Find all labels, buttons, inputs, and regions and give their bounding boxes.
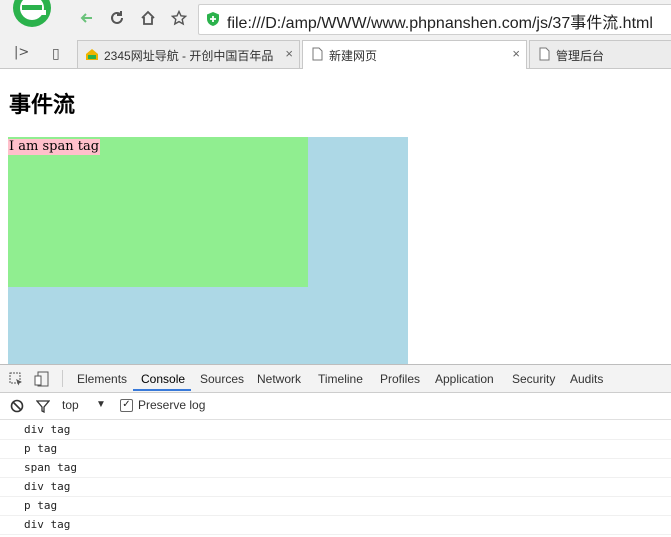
shield-icon bbox=[207, 12, 219, 26]
span-box[interactable]: I am span tag bbox=[8, 139, 101, 155]
toolbar-divider bbox=[62, 370, 63, 387]
address-bar[interactable]: file:///D:/amp/WWW/www.phpnanshen.com/js… bbox=[198, 4, 671, 35]
devtools-tab-profiles[interactable]: Profiles bbox=[380, 372, 420, 386]
mobile-icon[interactable]: ▯ bbox=[52, 45, 60, 62]
bookmark-button[interactable] bbox=[166, 6, 192, 30]
devtools-tab-application[interactable]: Application bbox=[435, 372, 494, 386]
home-icon bbox=[141, 10, 155, 25]
house-favicon-icon bbox=[86, 49, 98, 60]
filter-icon[interactable] bbox=[36, 399, 50, 413]
tab-strip: |> ▯ 2345网址导航 - 开创中国百年品 × 新建网页 × 管理后台 bbox=[0, 38, 671, 69]
close-icon[interactable]: × bbox=[285, 46, 293, 61]
devtools-tab-security[interactable]: Security bbox=[512, 372, 555, 386]
devtools-tab-timeline[interactable]: Timeline bbox=[318, 372, 363, 386]
back-arrow-icon bbox=[80, 13, 92, 23]
tab-admin[interactable]: 管理后台 bbox=[529, 40, 671, 68]
star-icon bbox=[171, 10, 187, 26]
reload-icon bbox=[111, 11, 123, 24]
reload-button[interactable] bbox=[104, 6, 130, 30]
page-viewport: 事件流 I am span tag bbox=[0, 69, 671, 364]
console-line: div tag bbox=[0, 421, 671, 440]
inspect-element-icon[interactable] bbox=[8, 371, 24, 387]
close-icon[interactable]: × bbox=[512, 46, 520, 61]
devtools-tabbar: Elements Console Sources Network Timelin… bbox=[0, 365, 671, 393]
devtools-tab-sources[interactable]: Sources bbox=[200, 372, 244, 386]
sidebar-toggle-icon[interactable]: |> bbox=[14, 45, 29, 60]
devtools-tab-network[interactable]: Network bbox=[257, 372, 301, 386]
context-select[interactable]: top bbox=[62, 398, 79, 412]
home-button[interactable] bbox=[135, 6, 161, 30]
devtools-tab-elements[interactable]: Elements bbox=[77, 372, 127, 386]
preserve-log-label: Preserve log bbox=[138, 398, 206, 412]
device-mode-icon[interactable] bbox=[34, 371, 50, 387]
p-box[interactable]: I am span tag bbox=[8, 137, 308, 287]
address-text: file:///D:/amp/WWW/www.phpnanshen.com/js… bbox=[227, 15, 653, 32]
devtools-tab-console[interactable]: Console bbox=[141, 372, 185, 386]
devtools-tab-audits[interactable]: Audits bbox=[570, 372, 603, 386]
clear-console-icon[interactable] bbox=[10, 399, 24, 413]
chevron-down-icon[interactable]: ▼ bbox=[96, 399, 106, 410]
active-tab-indicator bbox=[133, 389, 191, 391]
page-icon bbox=[312, 47, 323, 61]
browser-toolbar: file:///D:/amp/WWW/www.phpnanshen.com/js… bbox=[0, 0, 671, 38]
console-output: div tag p tag span tag div tag p tag div… bbox=[0, 421, 671, 535]
console-line: span tag bbox=[0, 459, 671, 478]
preserve-log-checkbox[interactable]: ✓ bbox=[120, 399, 133, 412]
tab-new-page[interactable]: 新建网页 × bbox=[302, 40, 527, 69]
back-button[interactable] bbox=[74, 6, 100, 30]
tab-title: 2345网址导航 - 开创中国百年品 bbox=[104, 49, 274, 63]
console-line: p tag bbox=[0, 440, 671, 459]
browser-logo-icon bbox=[13, 0, 51, 27]
console-line: div tag bbox=[0, 516, 671, 535]
console-line: p tag bbox=[0, 497, 671, 516]
tab-title: 新建网页 bbox=[329, 49, 378, 63]
tab-2345[interactable]: 2345网址导航 - 开创中国百年品 × bbox=[77, 40, 300, 68]
div-box[interactable]: I am span tag bbox=[8, 137, 408, 364]
console-filter-bar: top ▼ ✓ Preserve log bbox=[0, 393, 671, 420]
page-icon bbox=[539, 47, 550, 61]
tab-title: 管理后台 bbox=[556, 49, 605, 63]
page-title: 事件流 bbox=[9, 92, 76, 118]
devtools-panel: Elements Console Sources Network Timelin… bbox=[0, 364, 671, 537]
console-line: div tag bbox=[0, 478, 671, 497]
